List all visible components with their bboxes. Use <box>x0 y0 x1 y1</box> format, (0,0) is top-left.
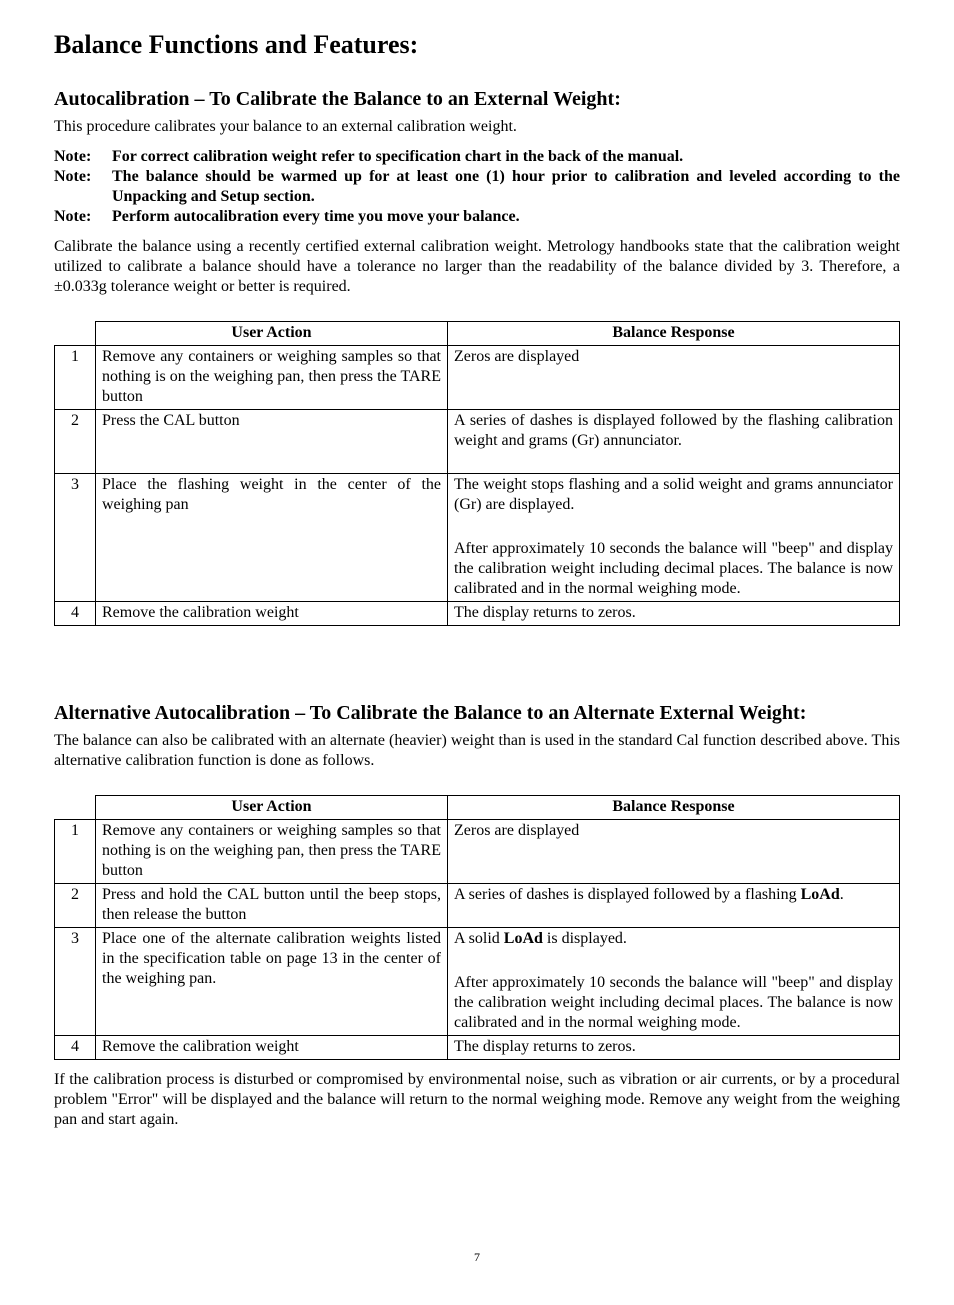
section1-paragraph: Calibrate the balance using a recently c… <box>54 237 900 297</box>
section1-notes: Note: For correct calibration weight ref… <box>54 147 900 227</box>
section2-table: User Action Balance Response 1 Remove an… <box>54 795 900 1060</box>
row-number: 2 <box>55 410 96 474</box>
row-response: A series of dashes is displayed followed… <box>448 410 900 474</box>
table-row: 3 Place the flashing weight in the cente… <box>55 474 900 602</box>
section1-intro: This procedure calibrates your balance t… <box>54 117 900 137</box>
note-text: The balance should be warmed up for at l… <box>112 167 900 207</box>
row-action: Remove the calibration weight <box>96 1036 448 1060</box>
table-row: 2 Press the CAL button A series of dashe… <box>55 410 900 474</box>
bold-load: LoAd <box>801 886 840 903</box>
table-row: 3 Place one of the alternate calibration… <box>55 928 900 1036</box>
row-action: Place one of the alternate calibration w… <box>96 928 448 1036</box>
row-action: Press the CAL button <box>96 410 448 474</box>
row-response: The display returns to zeros. <box>448 1036 900 1060</box>
row-number: 3 <box>55 928 96 1036</box>
table-header-blank <box>55 796 96 820</box>
row-action: Remove any containers or weighing sample… <box>96 346 448 410</box>
table-row: 1 Remove any containers or weighing samp… <box>55 820 900 884</box>
section1-table: User Action Balance Response 1 Remove an… <box>54 321 900 626</box>
row-number: 4 <box>55 1036 96 1060</box>
table-row: 2 Press and hold the CAL button until th… <box>55 884 900 928</box>
row-action: Remove any containers or weighing sample… <box>96 820 448 884</box>
table-header-action: User Action <box>96 796 448 820</box>
table-header-response: Balance Response <box>448 796 900 820</box>
section2-closing: If the calibration process is disturbed … <box>54 1070 900 1130</box>
note-text: Perform autocalibration every time you m… <box>112 207 900 227</box>
row-response-p2: After approximately 10 seconds the balan… <box>454 973 893 1033</box>
row-response-p1: The weight stops flashing and a solid we… <box>454 475 893 515</box>
table-header-blank <box>55 322 96 346</box>
row-number: 1 <box>55 346 96 410</box>
note-row: Note: For correct calibration weight ref… <box>54 147 900 167</box>
table-row: 4 Remove the calibration weight The disp… <box>55 1036 900 1060</box>
row-response: A series of dashes is displayed followed… <box>448 884 900 928</box>
table-header-action: User Action <box>96 322 448 346</box>
row-response: The display returns to zeros. <box>448 602 900 626</box>
table-header-row: User Action Balance Response <box>55 322 900 346</box>
note-label: Note: <box>54 147 112 167</box>
table-row: 1 Remove any containers or weighing samp… <box>55 346 900 410</box>
section1-heading: Autocalibration – To Calibrate the Balan… <box>54 88 900 111</box>
table-header-response: Balance Response <box>448 322 900 346</box>
row-action: Press and hold the CAL button until the … <box>96 884 448 928</box>
row-response-p2: After approximately 10 seconds the balan… <box>454 539 893 599</box>
note-label: Note: <box>54 207 112 227</box>
row-response: The weight stops flashing and a solid we… <box>448 474 900 602</box>
note-row: Note: Perform autocalibration every time… <box>54 207 900 227</box>
page-title: Balance Functions and Features: <box>54 30 900 60</box>
row-response: Zeros are displayed <box>448 820 900 884</box>
row-action: Place the flashing weight in the center … <box>96 474 448 602</box>
note-row: Note: The balance should be warmed up fo… <box>54 167 900 207</box>
table-header-row: User Action Balance Response <box>55 796 900 820</box>
row-response: Zeros are displayed <box>448 346 900 410</box>
note-text: For correct calibration weight refer to … <box>112 147 900 167</box>
row-action: Remove the calibration weight <box>96 602 448 626</box>
section2-intro: The balance can also be calibrated with … <box>54 731 900 771</box>
bold-load: LoAd <box>504 930 543 947</box>
row-number: 4 <box>55 602 96 626</box>
row-response: A solid LoAd is displayed. After approxi… <box>448 928 900 1036</box>
page-number: 7 <box>54 1250 900 1265</box>
row-response-p1: A solid LoAd is displayed. <box>454 929 893 949</box>
row-number: 1 <box>55 820 96 884</box>
row-number: 3 <box>55 474 96 602</box>
table-row: 4 Remove the calibration weight The disp… <box>55 602 900 626</box>
row-number: 2 <box>55 884 96 928</box>
section2-heading: Alternative Autocalibration – To Calibra… <box>54 702 900 725</box>
note-label: Note: <box>54 167 112 207</box>
